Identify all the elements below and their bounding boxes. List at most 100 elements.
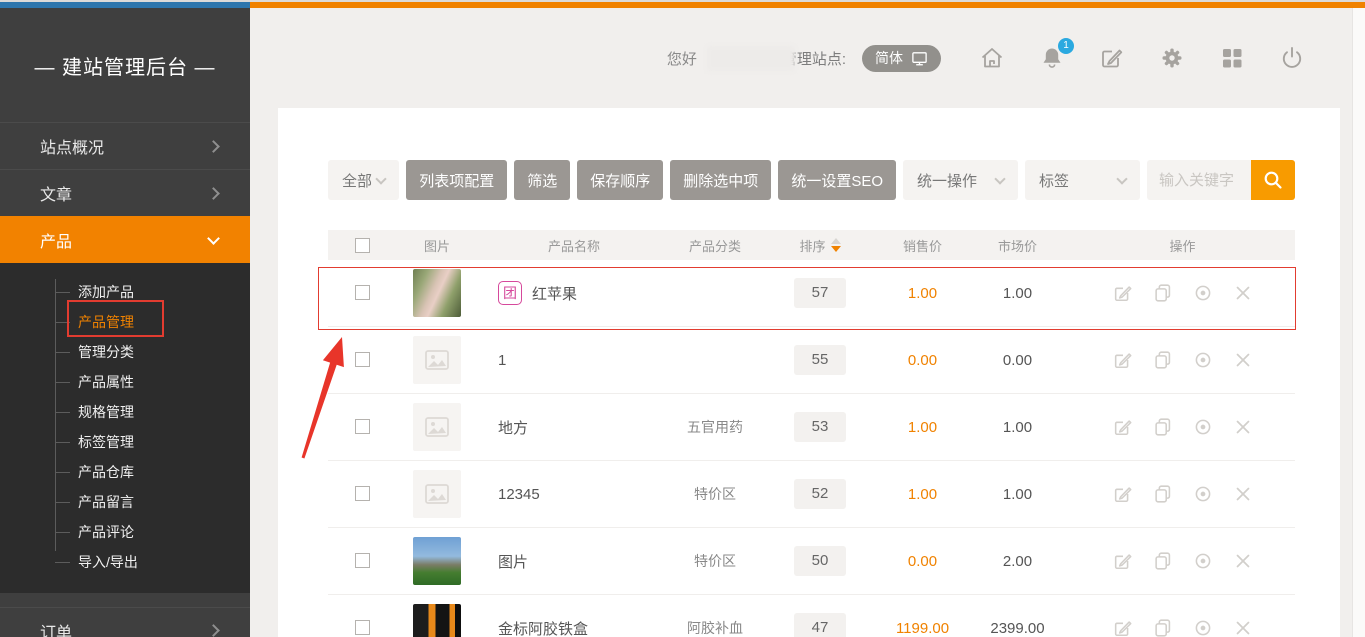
market-price: 1.00 (965, 285, 1070, 302)
product-thumbnail[interactable] (413, 470, 461, 518)
sale-price: 0.00 (880, 553, 965, 570)
product-thumbnail[interactable] (413, 336, 461, 384)
toolbar-dropdown[interactable]: 统一操作 (903, 160, 1018, 200)
product-table: 图片 产品名称 产品分类 排序 销售价 市场价 操作 (328, 230, 1295, 637)
sort-desc-icon[interactable] (831, 246, 841, 252)
sidebar-menu-item[interactable]: 产品 (0, 216, 250, 263)
col-image: 图片 (396, 236, 478, 255)
product-thumbnail[interactable] (413, 269, 461, 317)
preview-icon[interactable] (1192, 483, 1214, 505)
product-name: 地方 (498, 417, 528, 438)
category-filter-select[interactable]: 全部 (328, 160, 399, 200)
language-switch-button[interactable]: 简体 (862, 45, 941, 72)
toolbar-button[interactable]: 统一设置SEO (778, 160, 896, 200)
search-input[interactable] (1147, 160, 1251, 200)
select-all-checkbox[interactable] (355, 238, 370, 253)
copy-icon[interactable] (1152, 617, 1174, 637)
delete-icon[interactable] (1232, 550, 1254, 572)
sidebar-submenu-item[interactable]: 产品评论 (0, 517, 250, 547)
sidebar-submenu-item[interactable]: 产品仓库 (0, 457, 250, 487)
edit-icon[interactable] (1112, 550, 1134, 572)
content-card: 全部 列表项配置筛选保存顺序删除选中项统一设置SEO 统一操作 标签 (278, 108, 1340, 637)
apps-grid-icon[interactable] (1219, 45, 1245, 71)
greeting-text: 您好 (667, 48, 697, 69)
delete-icon[interactable] (1232, 617, 1254, 637)
product-category: 特价区 (670, 551, 760, 571)
sidebar-menu: 站点概况 文章 产品 (0, 122, 250, 263)
copy-icon[interactable] (1152, 282, 1174, 304)
copy-icon[interactable] (1152, 349, 1174, 371)
row-checkbox[interactable] (355, 620, 370, 635)
copy-icon[interactable] (1152, 416, 1174, 438)
sort-asc-icon[interactable] (831, 238, 841, 244)
table-row: 12345 特价区 52 1.00 1.00 (328, 461, 1295, 528)
preview-icon[interactable] (1192, 550, 1214, 572)
sort-value[interactable]: 53 (794, 412, 846, 442)
power-icon[interactable] (1279, 45, 1305, 71)
sidebar-submenu-item[interactable]: 导入/导出 (0, 547, 250, 577)
product-thumbnail[interactable] (413, 537, 461, 585)
search-button[interactable] (1251, 160, 1295, 200)
delete-icon[interactable] (1232, 483, 1254, 505)
gear-icon[interactable] (1159, 45, 1185, 71)
sort-value[interactable]: 50 (794, 546, 846, 576)
toolbar-button[interactable]: 保存顺序 (577, 160, 663, 200)
preview-icon[interactable] (1192, 416, 1214, 438)
row-checkbox[interactable] (355, 419, 370, 434)
home-icon[interactable] (979, 45, 1005, 71)
delete-icon[interactable] (1232, 349, 1254, 371)
copy-icon[interactable] (1152, 550, 1174, 572)
toolbar-dropdown[interactable]: 标签 (1025, 160, 1140, 200)
sidebar-submenu-item[interactable]: 产品属性 (0, 367, 250, 397)
row-checkbox[interactable] (355, 285, 370, 300)
sidebar-submenu-item[interactable]: 产品管理 (0, 307, 250, 337)
col-sort[interactable]: 排序 (760, 236, 880, 255)
sidebar-submenu-item[interactable]: 规格管理 (0, 397, 250, 427)
sidebar-submenu-item[interactable]: 产品留言 (0, 487, 250, 517)
bell-icon[interactable]: 1 (1039, 45, 1065, 71)
edit-icon[interactable] (1112, 483, 1134, 505)
table-row: 1 55 0.00 0.00 (328, 327, 1295, 394)
sort-value[interactable]: 57 (794, 278, 846, 308)
image-placeholder-icon (424, 347, 450, 373)
sort-value[interactable]: 47 (794, 613, 846, 637)
product-thumbnail[interactable] (413, 604, 461, 637)
preview-icon[interactable] (1192, 617, 1214, 637)
sidebar-item-orders[interactable]: 订单 (0, 607, 250, 637)
sort-value[interactable]: 55 (794, 345, 846, 375)
delete-icon[interactable] (1232, 416, 1254, 438)
preview-icon[interactable] (1192, 282, 1214, 304)
toolbar-button[interactable]: 列表项配置 (406, 160, 507, 200)
sidebar-submenu-item[interactable]: 管理分类 (0, 337, 250, 367)
edit-icon[interactable] (1112, 282, 1134, 304)
copy-icon[interactable] (1152, 483, 1174, 505)
edit-icon[interactable] (1099, 45, 1125, 71)
preview-icon[interactable] (1192, 349, 1214, 371)
sidebar-menu-item[interactable]: 文章 (0, 169, 250, 216)
toolbar-button[interactable]: 筛选 (514, 160, 570, 200)
sidebar-menu-item[interactable]: 站点概况 (0, 122, 250, 169)
edit-icon[interactable] (1112, 349, 1134, 371)
sort-arrows-icon[interactable] (831, 238, 841, 252)
topbar: 您好 管理站点: 简体 (250, 8, 1365, 108)
toolbar-button[interactable]: 删除选中项 (670, 160, 771, 200)
sidebar-submenu-item[interactable]: 添加产品 (0, 277, 250, 307)
product-name: 金标阿胶铁盒 (498, 618, 588, 637)
edit-icon[interactable] (1112, 617, 1134, 637)
col-product-name: 产品名称 (478, 236, 670, 255)
market-price: 1.00 (965, 486, 1070, 503)
row-checkbox[interactable] (355, 553, 370, 568)
browser-scrollbar[interactable] (1352, 8, 1365, 637)
sidebar-submenu-item[interactable]: 标签管理 (0, 427, 250, 457)
sale-price: 1.00 (880, 285, 965, 302)
sort-value[interactable]: 52 (794, 479, 846, 509)
row-checkbox[interactable] (355, 486, 370, 501)
greeting-group: 您好 管理站点: 简体 (667, 45, 941, 72)
row-checkbox[interactable] (355, 352, 370, 367)
edit-icon[interactable] (1112, 416, 1134, 438)
product-thumbnail[interactable] (413, 403, 461, 451)
delete-icon[interactable] (1232, 282, 1254, 304)
toolbar: 全部 列表项配置筛选保存顺序删除选中项统一设置SEO 统一操作 标签 (328, 160, 1295, 200)
product-category: 特价区 (670, 484, 760, 504)
sidebar-submenu: 添加产品 产品管理 管理分类 产品属性 规格管理 标签管理 产品仓库 产品留言 … (0, 263, 250, 593)
